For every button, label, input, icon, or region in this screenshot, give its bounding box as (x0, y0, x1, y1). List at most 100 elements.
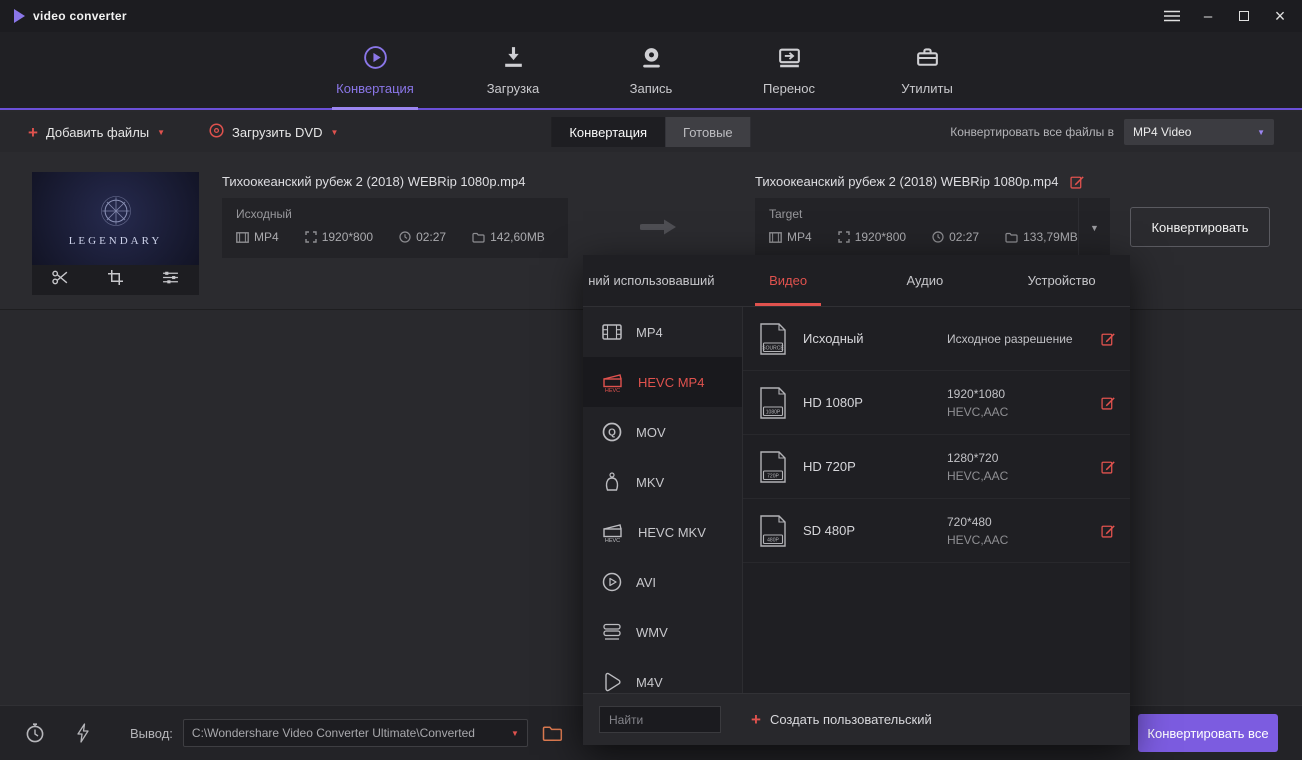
format-item-m4v[interactable]: M4V (583, 657, 742, 693)
preset-file-icon: SOURCE (759, 322, 787, 356)
popup-tab-audio[interactable]: Аудио (857, 255, 994, 306)
tab-convert[interactable]: Конвертация (332, 32, 418, 108)
m4v-icon (601, 671, 623, 693)
high-speed-icon[interactable] (76, 723, 90, 743)
maximize-icon[interactable] (1236, 8, 1252, 24)
format-item-hevc-mkv[interactable]: HEVC HEVC MKV (583, 507, 742, 557)
tab-transfer[interactable]: Перенос (746, 32, 832, 108)
menu-icon[interactable] (1164, 8, 1180, 24)
close-icon[interactable]: × (1272, 8, 1288, 24)
format-item-wmv[interactable]: WMV (583, 607, 742, 657)
svg-text:480P: 480P (767, 537, 779, 543)
format-item-hevc-mp4[interactable]: HEVC HEVC MP4 (583, 357, 742, 407)
format-label: AVI (636, 575, 656, 590)
minimize-icon[interactable]: – (1200, 8, 1216, 24)
target-duration: 02:27 (949, 230, 979, 244)
preset-edit-icon[interactable] (1101, 523, 1116, 538)
chevron-down-icon: ▼ (1090, 223, 1099, 233)
trim-icon[interactable] (52, 270, 69, 290)
create-custom-button[interactable]: + Создать пользовательский (751, 711, 932, 728)
toolbox-tab-icon (914, 44, 941, 74)
add-files-label: Добавить файлы (46, 125, 149, 140)
mov-icon: Q (601, 421, 623, 443)
format-item-avi[interactable]: AVI (583, 557, 742, 607)
convert-button[interactable]: Конвертировать (1130, 207, 1270, 247)
effects-icon[interactable] (162, 270, 179, 290)
svg-text:1080P: 1080P (766, 409, 781, 415)
view-switcher: Конвертация Готовые (551, 117, 750, 147)
chevron-down-icon[interactable]: ▼ (511, 729, 519, 738)
arrow-right-icon (640, 218, 678, 241)
format-label: MKV (636, 475, 664, 490)
source-format: MP4 (254, 230, 279, 244)
schedule-timer-icon[interactable] (24, 722, 46, 744)
video-thumbnail[interactable]: LEGENDARY (32, 172, 199, 295)
hevc-mkv-icon: HEVC (601, 521, 625, 543)
plus-icon: + (28, 124, 38, 141)
toolbar: + Добавить файлы ▼ Загрузить DVD ▼ Конве… (0, 112, 1302, 152)
svg-text:720P: 720P (767, 473, 779, 479)
source-size: 142,60MB (490, 230, 545, 244)
preset-detail-line1: 1920*1080 (947, 387, 1008, 401)
format-item-mov[interactable]: Q MOV (583, 407, 742, 457)
preset-row-hd1080p[interactable]: 1080P HD 1080P 1920*1080 HEVC,AAC (743, 371, 1130, 435)
format-item-mp4[interactable]: MP4 (583, 307, 742, 357)
film-icon (236, 232, 249, 243)
output-path-box: ▼ (183, 719, 528, 747)
plus-icon: + (751, 711, 761, 728)
preset-edit-icon[interactable] (1101, 395, 1116, 410)
target-format-dropdown-button[interactable]: ▼ (1078, 198, 1110, 258)
convert-all-button[interactable]: Конвертировать все (1138, 714, 1278, 752)
popup-tab-device[interactable]: Устройство (993, 255, 1130, 306)
preset-row-source[interactable]: SOURCE Исходный Исходное разрешение (743, 307, 1130, 371)
preset-row-hd720p[interactable]: 720P HD 720P 1280*720 HEVC,AAC (743, 435, 1130, 499)
load-dvd-button[interactable]: Загрузить DVD ▼ (209, 123, 338, 141)
popup-tab-video[interactable]: Видео (720, 255, 857, 306)
preset-edit-icon[interactable] (1101, 331, 1116, 346)
tab-transfer-label: Перенос (763, 81, 815, 96)
view-tab-converting[interactable]: Конвертация (551, 117, 665, 147)
preset-edit-icon[interactable] (1101, 459, 1116, 474)
crop-icon[interactable] (108, 270, 123, 290)
source-info-box: Исходный MP4 1920*800 02:27 142,60MB (222, 198, 568, 258)
chevron-down-icon: ▼ (330, 128, 338, 137)
tab-convert-label: Конвертация (336, 81, 414, 96)
mkv-icon (601, 471, 623, 493)
view-tab-finished[interactable]: Готовые (665, 117, 751, 147)
tab-download[interactable]: Загрузка (470, 32, 556, 108)
popup-tab-recent[interactable]: ний использовавший (583, 255, 720, 306)
output-format-select[interactable]: MP4 Video ▼ (1124, 119, 1274, 145)
folder-icon (1005, 232, 1018, 243)
preset-detail-line1: Исходное разрешение (947, 332, 1073, 346)
target-resolution: 1920*800 (855, 230, 906, 244)
tab-utilities[interactable]: Утилиты (884, 32, 970, 108)
chevron-down-icon: ▼ (157, 128, 165, 137)
film-icon (769, 232, 782, 243)
record-tab-icon (638, 44, 665, 74)
target-size: 133,79MB (1023, 230, 1078, 244)
format-item-mkv[interactable]: MKV (583, 457, 742, 507)
source-file-title: Тихоокеанский рубеж 2 (2018) WEBRip 1080… (222, 174, 525, 189)
preset-name: HD 1080P (803, 395, 947, 410)
search-input[interactable] (599, 706, 721, 733)
app-title: video converter (33, 9, 127, 23)
create-custom-label: Создать пользовательский (770, 712, 932, 727)
window-controls: – × (1164, 8, 1288, 24)
tab-download-label: Загрузка (487, 81, 540, 96)
wmv-icon (601, 621, 623, 643)
format-label: M4V (636, 675, 663, 690)
rename-edit-icon[interactable] (1070, 174, 1085, 189)
resolution-icon (305, 231, 317, 243)
format-label: HEVC MP4 (638, 375, 704, 390)
format-label: HEVC MKV (638, 525, 706, 540)
open-folder-icon[interactable] (542, 725, 563, 742)
format-label: MOV (636, 425, 666, 440)
preset-name: SD 480P (803, 523, 947, 538)
output-path-input[interactable] (192, 726, 505, 740)
hevc-mp4-icon: HEVC (601, 371, 625, 393)
clock-icon (399, 231, 411, 243)
preset-row-sd480p[interactable]: 480P SD 480P 720*480 HEVC,AAC (743, 499, 1130, 563)
preset-detail-line2: HEVC,AAC (947, 533, 1008, 547)
add-files-button[interactable]: + Добавить файлы ▼ (28, 124, 165, 141)
tab-record[interactable]: Запись (608, 32, 694, 108)
